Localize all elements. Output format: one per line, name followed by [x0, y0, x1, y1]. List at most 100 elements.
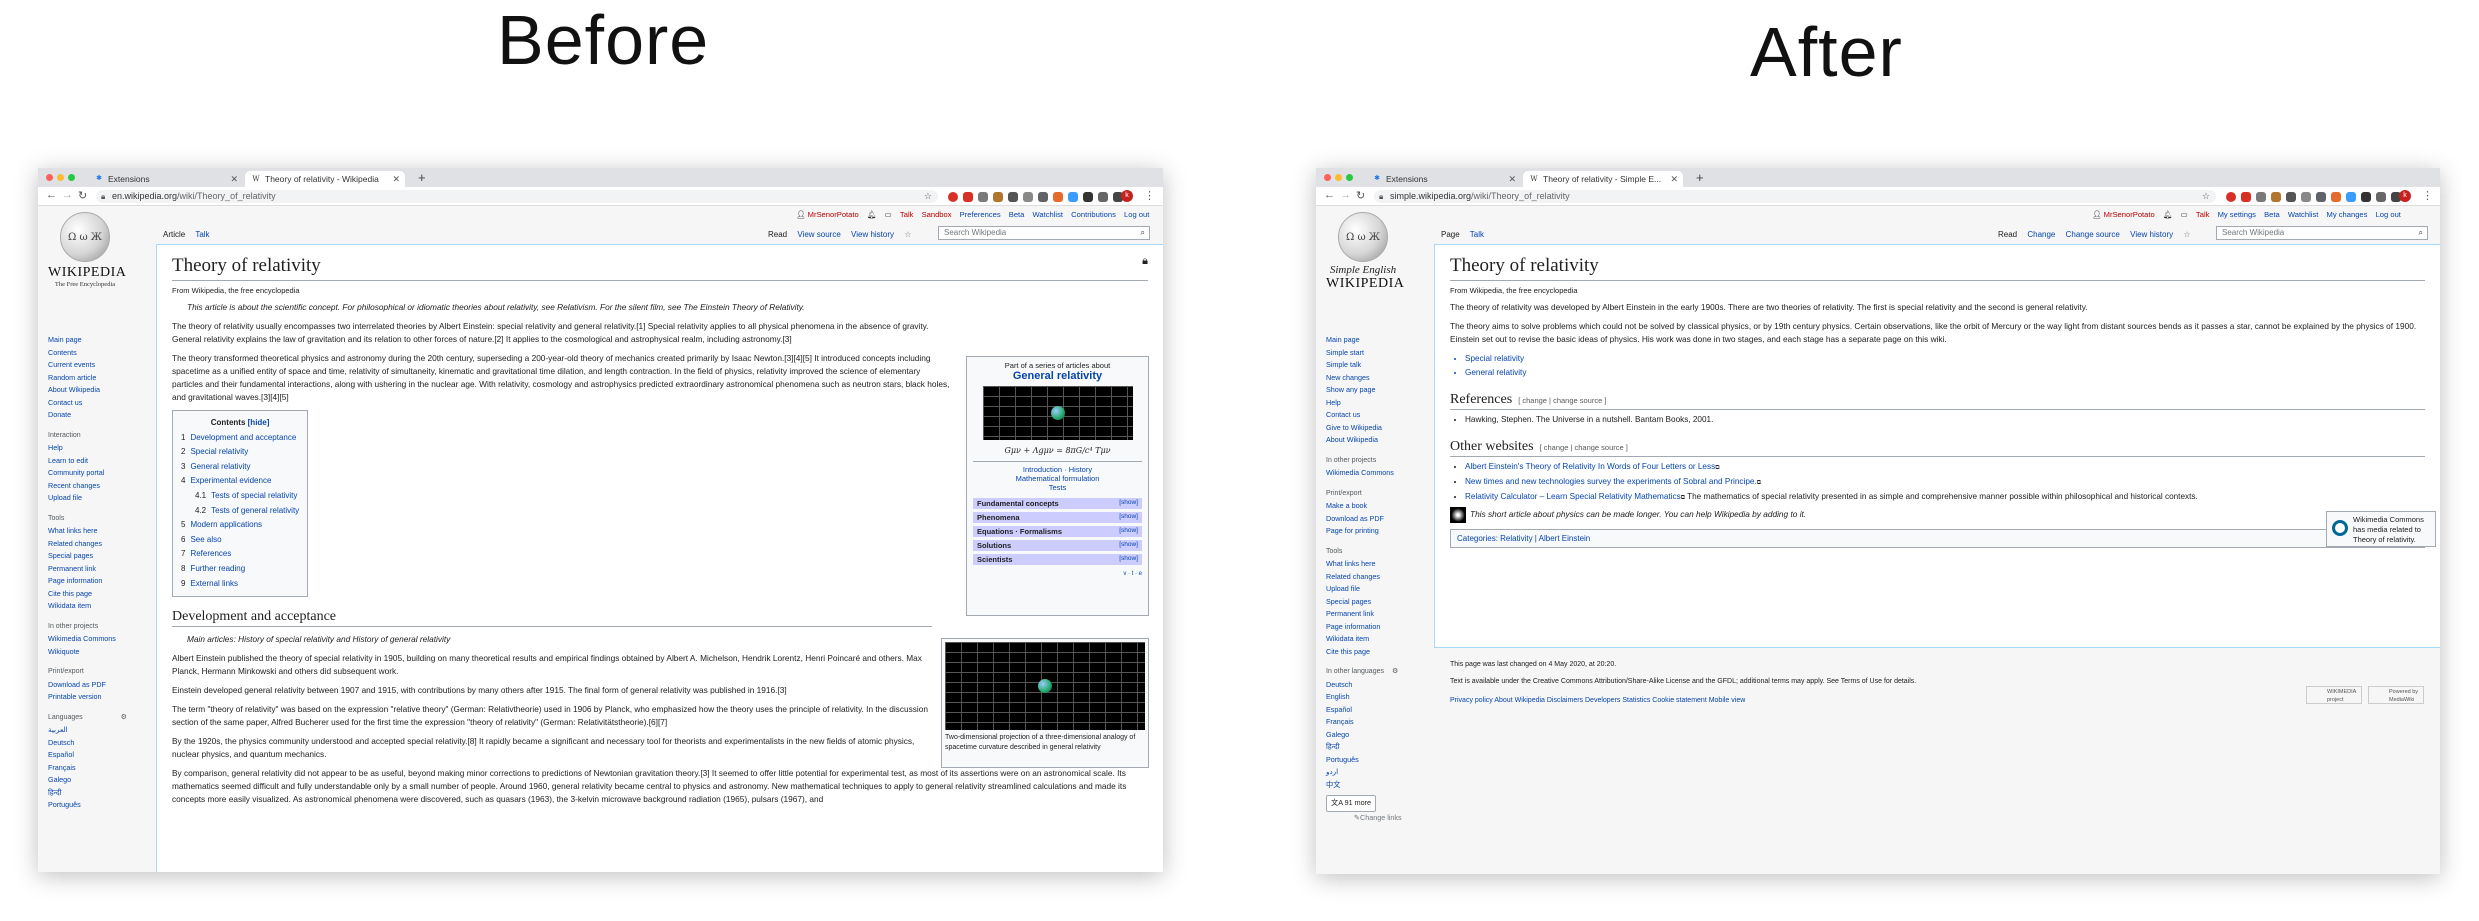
toc-item[interactable]: 4 Experimental evidence: [181, 474, 299, 489]
extension-icon[interactable]: [2361, 191, 2371, 202]
profile-avatar[interactable]: k: [1121, 190, 1133, 202]
star-icon[interactable]: ☆: [924, 190, 932, 203]
close-tab-icon[interactable]: ✕: [230, 171, 238, 187]
infobox-show-toggle[interactable]: [show]: [1119, 541, 1138, 550]
search-icon[interactable]: ⌕: [1141, 227, 1145, 239]
close-tab-icon[interactable]: ✕: [1670, 171, 1678, 187]
language-link[interactable]: Español: [48, 749, 127, 762]
more-languages-button[interactable]: 文A 91 more: [1326, 795, 1376, 812]
personal-link-beta[interactable]: Beta: [1009, 210, 1025, 219]
sidebar-link[interactable]: Help: [48, 442, 127, 455]
sidebar-link[interactable]: Special pages: [48, 550, 127, 563]
spacetime-curvature-image[interactable]: [945, 642, 1145, 730]
sidebar-link[interactable]: Page information: [48, 575, 127, 588]
tab-wikipedia[interactable]: W Theory of relativity - Wikipedia ✕: [245, 171, 405, 187]
tab-view-source[interactable]: View source: [797, 230, 840, 239]
personal-link-logout[interactable]: Log out: [2376, 210, 2401, 219]
personal-link-contributions[interactable]: Contributions: [1071, 210, 1116, 219]
search-input[interactable]: Search Wikipedia ⌕: [938, 226, 1150, 240]
extension-icon[interactable]: [963, 191, 973, 202]
extension-icon[interactable]: [1098, 191, 1108, 202]
toc-item[interactable]: 4.2 Tests of general relativity: [181, 504, 299, 519]
sidebar-link[interactable]: What links here: [1326, 558, 1402, 571]
back-arrow-icon[interactable]: ←: [46, 189, 57, 201]
close-tab-icon[interactable]: ✕: [392, 171, 400, 187]
sidebar-link[interactable]: Permanent link: [48, 563, 127, 576]
language-link[interactable]: हिन्दी: [48, 787, 127, 800]
menu-kebab-icon[interactable]: ⋮: [2422, 189, 2433, 202]
language-link[interactable]: Deutsch: [1326, 679, 1402, 692]
extension-icon[interactable]: [2271, 191, 2281, 202]
language-link[interactable]: Galego: [48, 774, 127, 787]
tab-change[interactable]: Change: [2027, 230, 2055, 239]
sidebar-link[interactable]: Contents: [48, 347, 127, 360]
tab-extensions[interactable]: ✱ Extensions ✕: [88, 171, 243, 187]
search-input[interactable]: Search Wikipedia ⌕: [2216, 226, 2428, 240]
watch-star-icon[interactable]: ☆: [904, 230, 911, 239]
sidebar-link[interactable]: Upload file: [48, 492, 127, 505]
commons-text[interactable]: Wikimedia Commons has media related to T…: [2353, 515, 2424, 544]
language-link[interactable]: 中文: [1326, 779, 1402, 792]
maximize-window-button[interactable]: [68, 174, 75, 181]
toc-item[interactable]: 2 Special relativity: [181, 445, 299, 460]
sidebar-link[interactable]: What links here: [48, 525, 127, 538]
personal-link-watchlist[interactable]: Watchlist: [1033, 210, 1064, 219]
tab-article[interactable]: Article: [163, 230, 185, 239]
extension-icon[interactable]: [2331, 191, 2341, 202]
sidebar-link[interactable]: Related changes: [48, 538, 127, 551]
language-link[interactable]: Français: [1326, 716, 1402, 729]
profile-avatar[interactable]: k: [2399, 190, 2411, 202]
extension-icon[interactable]: [2256, 191, 2266, 202]
sidebar-link[interactable]: About Wikipedia: [48, 384, 127, 397]
inbox-icon[interactable]: ▭: [2181, 210, 2188, 219]
infobox-show-toggle[interactable]: [show]: [1119, 527, 1138, 536]
sidebar-link[interactable]: Wikidata item: [1326, 633, 1402, 646]
tab-talk[interactable]: Talk: [1470, 230, 1484, 239]
bell-icon[interactable]: 🔔︎: [867, 210, 877, 219]
extension-icon[interactable]: [2316, 191, 2326, 202]
toc-item[interactable]: 6 See also: [181, 533, 299, 548]
extension-icon[interactable]: [2376, 191, 2386, 202]
sidebar-link[interactable]: Recent changes: [48, 480, 127, 493]
new-tab-button[interactable]: +: [1696, 170, 1704, 185]
language-link[interactable]: हिन्दी: [1326, 741, 1402, 754]
extension-icon[interactable]: [2286, 191, 2296, 202]
minimize-window-button[interactable]: [1335, 174, 1342, 181]
sidebar-link[interactable]: Cite this page: [1326, 646, 1402, 659]
address-bar[interactable]: 🔒︎ en.wikipedia.org/wiki/Theory_of_relati…: [96, 190, 938, 203]
extension-icon[interactable]: [1083, 191, 1093, 202]
inbox-icon[interactable]: ▭: [885, 210, 892, 219]
toc-item[interactable]: 1 Development and acceptance: [181, 431, 299, 446]
sidebar-link[interactable]: Download as PDF: [1326, 513, 1402, 526]
tab-extensions[interactable]: ✱ Extensions ✕: [1366, 171, 1521, 187]
sidebar-link[interactable]: About Wikipedia: [1326, 434, 1402, 447]
gear-icon[interactable]: ⚙: [121, 714, 127, 721]
sidebar-link[interactable]: Wikidata item: [48, 600, 127, 613]
sidebar-link[interactable]: Page for printing: [1326, 525, 1402, 538]
tab-change-source[interactable]: Change source: [2066, 230, 2120, 239]
language-link[interactable]: English: [1326, 691, 1402, 704]
reload-icon[interactable]: ↻: [1356, 189, 1365, 202]
personal-link-logout[interactable]: Log out: [1124, 210, 1149, 219]
language-link[interactable]: العربية: [48, 724, 127, 737]
personal-link-beta[interactable]: Beta: [2264, 210, 2280, 219]
wikipedia-logo[interactable]: Ω ω Ж WIKIPEDIA The Free Encyclopedia: [48, 212, 126, 288]
infobox-link[interactable]: Mathematical formulation: [967, 474, 1148, 483]
tab-read[interactable]: Read: [768, 230, 787, 239]
search-icon[interactable]: ⌕: [2419, 227, 2423, 239]
personal-link-changes[interactable]: My changes: [2327, 210, 2368, 219]
forward-arrow-icon[interactable]: →: [1340, 189, 1351, 201]
sidebar-link[interactable]: Current events: [48, 359, 127, 372]
change-links-link[interactable]: ✎Change links: [1326, 812, 1402, 825]
list-item-link[interactable]: Special relativity: [1465, 352, 2425, 366]
extension-icon[interactable]: [948, 191, 958, 202]
sidebar-link[interactable]: Simple talk: [1326, 359, 1402, 372]
extension-icon[interactable]: [2241, 191, 2251, 202]
personal-link-talk[interactable]: Talk: [2196, 210, 2210, 219]
wikimedia-project-badge[interactable]: WIKIMEDIA project: [2306, 686, 2362, 704]
toc-item[interactable]: 8 Further reading: [181, 562, 299, 577]
username-link[interactable]: MrSenorPotato: [2104, 210, 2155, 219]
external-link[interactable]: New times and new technologies survey th…: [1465, 477, 1757, 486]
personal-link-preferences[interactable]: Preferences: [960, 210, 1001, 219]
sidebar-link[interactable]: Community portal: [48, 467, 127, 480]
